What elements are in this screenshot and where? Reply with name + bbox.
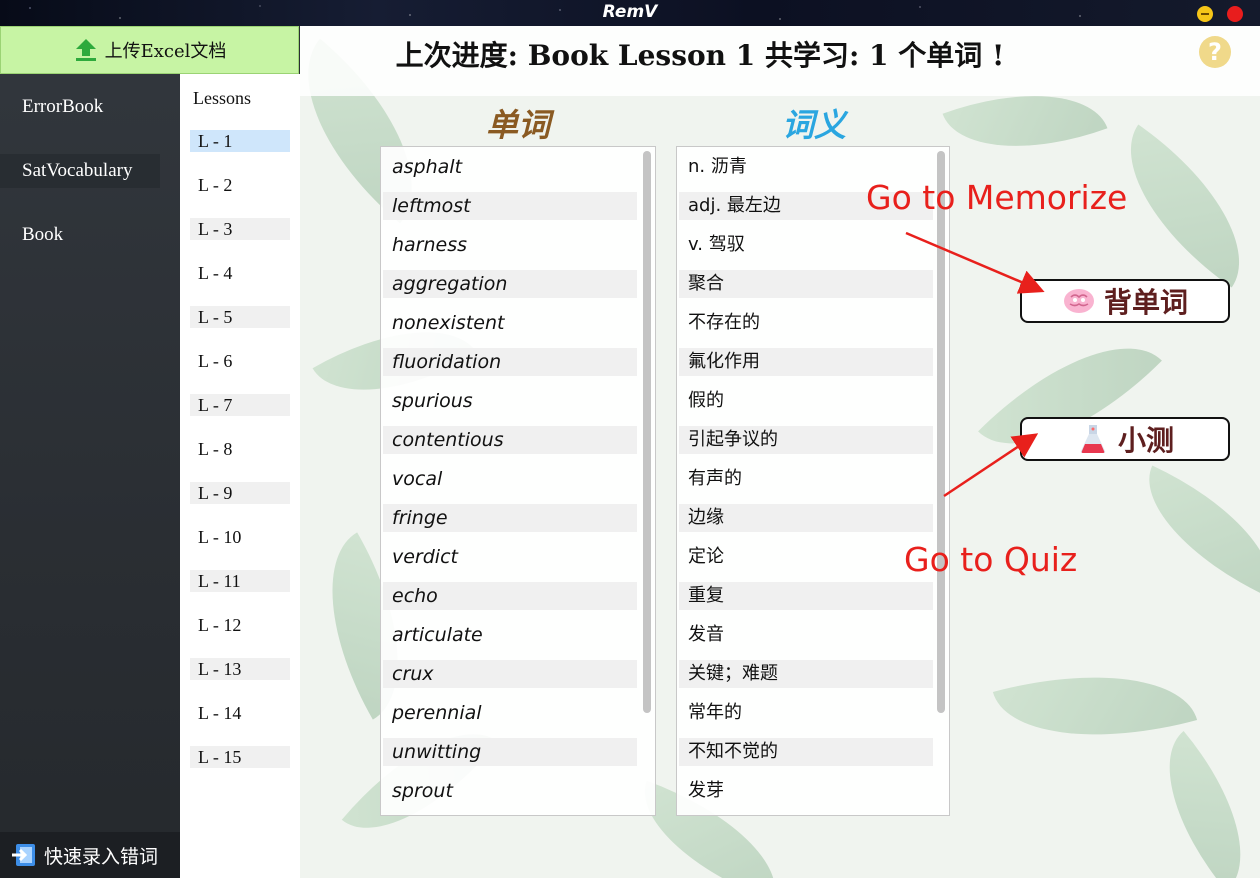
meaning-item[interactable]: 定论 xyxy=(679,543,933,571)
memorize-label: 背单词 xyxy=(1103,286,1188,319)
lesson-item[interactable]: L - 5 xyxy=(190,306,290,328)
quick-add-errors-button[interactable]: 快速录入错词 xyxy=(0,832,180,878)
word-item[interactable]: asphalt xyxy=(383,153,637,181)
lesson-item[interactable]: L - 2 xyxy=(190,174,290,196)
progress-headline: 上次进度: Book Lesson 1 共学习: 1 个单词 ! xyxy=(395,39,1005,72)
word-item[interactable]: vocal xyxy=(383,465,637,493)
word-item[interactable]: contentious xyxy=(383,426,637,454)
meaning-item[interactable]: 不存在的 xyxy=(679,309,933,337)
meaning-item[interactable]: 关键；难题 xyxy=(679,660,933,688)
quiz-button[interactable]: 小测 xyxy=(1020,417,1230,461)
word-item[interactable]: echo xyxy=(383,582,637,610)
category-label: ErrorBook xyxy=(22,96,104,117)
quiz-annotation: Go to Quiz xyxy=(904,540,1078,579)
meaning-item[interactable]: v. 驾驭 xyxy=(679,231,933,259)
memorize-button[interactable]: 背单词 xyxy=(1020,279,1230,323)
main-panel: 上次进度: Book Lesson 1 共学习: 1 个单词 ! ? 单词 词义… xyxy=(300,26,1260,878)
lesson-item[interactable]: L - 6 xyxy=(190,350,290,372)
meaning-list[interactable]: n. 沥青 adj. 最左边 v. 驾驭 聚合 不存在的 氟化作用 假的 引起争… xyxy=(676,146,950,816)
lesson-item[interactable]: L - 13 xyxy=(190,658,290,680)
word-list-scrollbar[interactable] xyxy=(643,151,651,713)
lesson-item[interactable]: L - 12 xyxy=(190,614,290,636)
flask-icon xyxy=(1080,425,1106,453)
word-item[interactable]: unwitting xyxy=(383,738,637,766)
word-item[interactable]: sprout xyxy=(383,777,637,805)
brain-icon xyxy=(1063,289,1094,313)
word-item[interactable]: articulate xyxy=(383,621,637,649)
lessons-list: Lessons L - 1 L - 2 L - 3 L - 4 L - 5 L … xyxy=(180,74,300,878)
meaning-item[interactable]: 不知不觉的 xyxy=(679,738,933,766)
lesson-item[interactable]: L - 4 xyxy=(190,262,290,284)
app-title: RemV xyxy=(602,2,658,22)
lesson-item[interactable]: L - 7 xyxy=(190,394,290,416)
question-icon[interactable]: ? xyxy=(1199,36,1231,68)
lesson-item[interactable]: L - 11 xyxy=(190,570,290,592)
meaning-item[interactable]: 边缘 xyxy=(679,504,933,532)
close-button[interactable] xyxy=(1227,6,1243,22)
meaning-item[interactable]: 聚合 xyxy=(679,270,933,298)
category-sidebar: ErrorBook SatVocabulary Book 快速录入错词 xyxy=(0,26,180,878)
lesson-item[interactable]: L - 14 xyxy=(190,702,290,724)
category-satvocabulary[interactable]: SatVocabulary xyxy=(0,154,160,188)
category-label: Book xyxy=(22,224,64,245)
meaning-item[interactable]: 假的 xyxy=(679,387,933,415)
category-errorbook[interactable]: ErrorBook xyxy=(0,90,180,124)
lessons-header: Lessons xyxy=(193,88,251,108)
category-label: SatVocabulary xyxy=(22,160,133,181)
word-item[interactable]: nonexistent xyxy=(383,309,637,337)
category-book[interactable]: Book xyxy=(0,218,180,252)
meaning-item[interactable]: 有声的 xyxy=(679,465,933,493)
lesson-item[interactable]: L - 9 xyxy=(190,482,290,504)
meaning-item[interactable]: 引起争议的 xyxy=(679,426,933,454)
word-item[interactable]: leftmost xyxy=(383,192,637,220)
lesson-item[interactable]: L - 8 xyxy=(190,438,290,460)
memorize-annotation: Go to Memorize xyxy=(866,178,1128,217)
word-column-title: 单词 xyxy=(486,106,551,144)
word-item[interactable]: harness xyxy=(383,231,637,259)
word-item[interactable]: perennial xyxy=(383,699,637,727)
meaning-item[interactable]: 常年的 xyxy=(679,699,933,727)
login-arrow-icon xyxy=(12,844,35,866)
minimize-button[interactable] xyxy=(1197,6,1213,22)
meaning-item[interactable]: 重复 xyxy=(679,582,933,610)
meaning-item[interactable]: 氟化作用 xyxy=(679,348,933,376)
title-bar: RemV xyxy=(0,0,1260,26)
progress-header: 上次进度: Book Lesson 1 共学习: 1 个单词 ! ? xyxy=(300,26,1260,96)
word-item[interactable]: crux xyxy=(383,660,637,688)
meaning-list-scrollbar[interactable] xyxy=(937,151,945,713)
word-item[interactable]: spurious xyxy=(383,387,637,415)
meaning-column-title: 词义 xyxy=(782,106,847,144)
word-item[interactable]: fluoridation xyxy=(383,348,637,376)
word-list[interactable]: asphalt leftmost harness aggregation non… xyxy=(380,146,656,816)
word-item[interactable]: aggregation xyxy=(383,270,637,298)
lesson-item[interactable]: L - 15 xyxy=(190,746,290,768)
meaning-item[interactable]: 发芽 xyxy=(679,777,933,805)
lesson-item[interactable]: L - 3 xyxy=(190,218,290,240)
quiz-label: 小测 xyxy=(1117,424,1174,457)
word-item[interactable]: fringe xyxy=(383,504,637,532)
quick-add-label: 快速录入错词 xyxy=(44,846,159,868)
upload-label: 上传Excel文档 xyxy=(104,41,227,62)
lesson-item[interactable]: L - 10 xyxy=(190,526,290,548)
meaning-item[interactable]: 发音 xyxy=(679,621,933,649)
lesson-item[interactable]: L - 1 xyxy=(190,130,290,152)
word-item[interactable]: verdict xyxy=(383,543,637,571)
upload-excel-button[interactable]: 上传Excel文档 xyxy=(0,26,299,74)
meaning-item[interactable]: n. 沥青 xyxy=(679,153,933,181)
upload-arrow-icon xyxy=(75,39,96,61)
